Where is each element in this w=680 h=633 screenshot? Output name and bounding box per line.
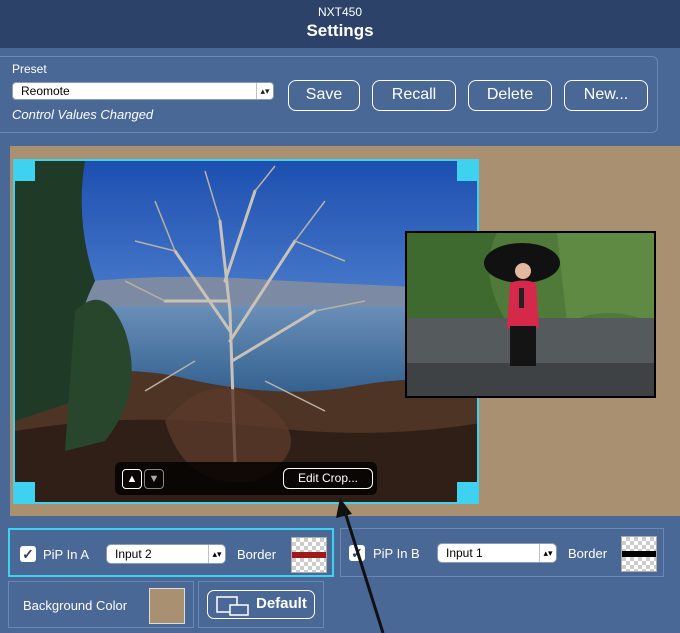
layout-icon [216,596,249,616]
pip-b-border-label: Border [568,546,608,561]
select-stepper-icon: ▴▾ [539,544,556,562]
pip-b-controls: ✓ PiP In B Input 1 ▴▾ Border [340,528,664,577]
pip-b-input-select[interactable]: Input 1 ▴▾ [437,543,557,563]
pip-a-border-color[interactable] [291,537,327,573]
default-group: Default [198,581,324,628]
crop-handle-bottom-left[interactable] [15,482,35,502]
window-subtitle: NXT450 [317,5,363,19]
pip-a-label: PiP In A [43,547,90,562]
preset-select-value: Reomote [21,84,70,98]
preset-status: Control Values Changed [12,107,154,122]
recall-button[interactable]: Recall [372,80,456,111]
pip-b-input-value: Input 1 [446,546,483,560]
pip-b-image [407,233,654,396]
pip-b-border-color[interactable] [621,536,657,572]
pip-a-input-value: Input 2 [115,547,152,561]
pip-b-checkbox[interactable]: ✓ [349,545,365,561]
preset-select[interactable]: Reomote ▴▾ [12,82,274,100]
pip-b-label: PiP In B [373,546,420,561]
move-up-button[interactable]: ▲ [122,469,142,489]
edit-crop-button[interactable]: Edit Crop... [283,468,373,489]
pip-a-checkbox[interactable]: ✓ [20,546,36,562]
title-bar: NXT450 Settings [0,0,680,48]
preview-canvas[interactable]: ▲ ▼ Edit Crop... [10,146,680,516]
preview-toolbar: ▲ ▼ Edit Crop... [115,462,377,495]
select-stepper-icon: ▴▾ [256,83,273,99]
pip-a-border-line [292,552,326,558]
select-stepper-icon: ▴▾ [208,545,225,563]
settings-panel: NXT450 Settings Preset Reomote ▴▾ Contro… [0,0,680,633]
pip-b-border-line [622,551,656,557]
crop-handle-bottom-right[interactable] [457,482,477,502]
new-button[interactable]: New... [564,80,648,111]
pip-a-border-label: Border [237,547,277,562]
default-button[interactable]: Default [207,590,315,619]
default-button-label: Default [256,595,307,612]
crop-handle-top-right[interactable] [457,161,477,181]
window-title: Settings [306,21,374,40]
pip-b-window[interactable] [405,231,656,398]
pip-a-controls: ✓ PiP In A Input 2 ▴▾ Border [8,528,334,577]
pip-a-input-select[interactable]: Input 2 ▴▾ [106,544,226,564]
crop-handle-top-left[interactable] [15,161,35,181]
background-color-group: Background Color [8,581,194,628]
delete-button[interactable]: Delete [468,80,552,111]
background-color-swatch[interactable] [149,588,185,624]
preset-label: Preset [12,62,47,76]
save-button[interactable]: Save [288,80,360,111]
move-down-button[interactable]: ▼ [144,469,164,489]
background-color-label: Background Color [23,598,128,613]
